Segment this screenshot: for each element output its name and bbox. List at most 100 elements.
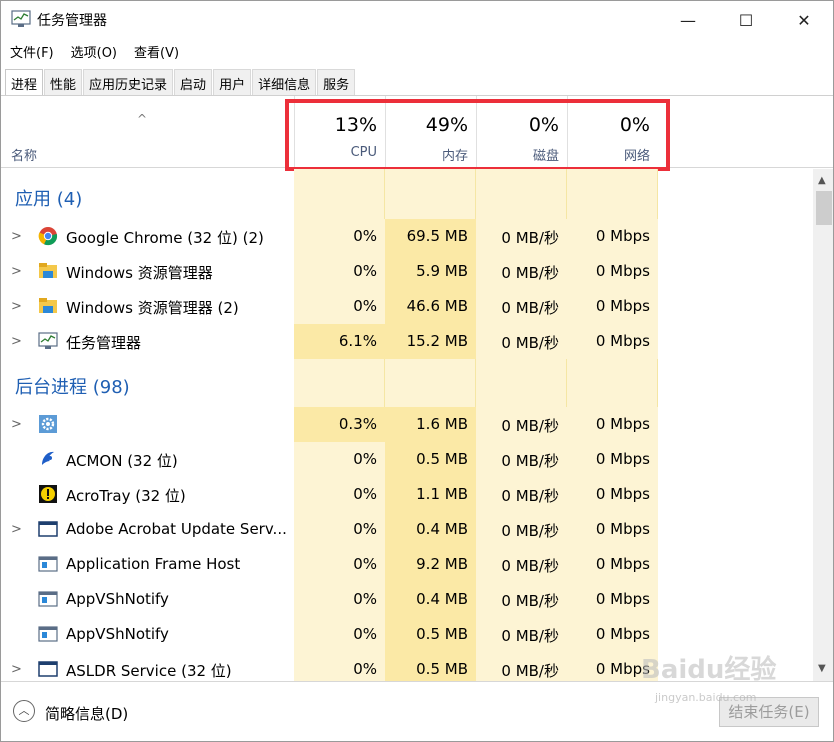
disk-value: 0 MB/秒 <box>476 289 567 324</box>
process-row[interactable]: AcroTray (32 位) 0% 1.1 MB 0 MB/秒 0 Mbps <box>1 477 813 512</box>
chevron-right-icon[interactable]: > <box>11 334 22 349</box>
cpu-value: 0% <box>294 477 385 512</box>
process-name: Windows 资源管理器 (2) <box>66 299 239 317</box>
scroll-up-icon[interactable]: ▲ <box>818 175 826 186</box>
tab-services[interactable]: 服务 <box>317 69 356 95</box>
tab-processes[interactable]: 进程 <box>5 69 44 96</box>
disk-value: 0 MB/秒 <box>476 219 567 254</box>
network-value: 0 Mbps <box>567 582 658 617</box>
cpu-value: 0% <box>294 442 385 477</box>
memory-value: 5.9 MB <box>385 254 476 289</box>
memory-value: 15.2 MB <box>385 324 476 359</box>
maximize-button[interactable]: ☐ <box>717 1 775 39</box>
acrotray-icon <box>38 484 58 504</box>
disk-value: 0 MB/秒 <box>476 324 567 359</box>
memory-value: 0.4 MB <box>385 582 476 617</box>
menu-view[interactable]: 查看(V) <box>125 40 187 62</box>
window-icon <box>38 519 58 539</box>
process-row[interactable]: > Windows 资源管理器 (2) 0% 46.6 MB 0 MB/秒 0 Mbps <box>1 289 813 324</box>
network-value: 0 Mbps <box>567 547 658 582</box>
gear-icon <box>38 414 58 434</box>
cpu-value: 0% <box>294 652 385 681</box>
network-value: 0 Mbps <box>567 617 658 652</box>
cpu-value: 0.3% <box>294 407 385 442</box>
app-frame-icon <box>38 589 58 609</box>
process-name: AppVShNotify <box>66 590 169 608</box>
process-row[interactable]: AppVShNotify 0% 0.4 MB 0 MB/秒 0 Mbps <box>1 582 813 617</box>
baidu-watermark-url: jingyan.baidu.com <box>655 691 757 704</box>
title-bar: 任务管理器 — ☐ ✕ <box>1 1 833 39</box>
memory-value: 69.5 MB <box>385 219 476 254</box>
disk-value: 0 MB/秒 <box>476 407 567 442</box>
menu-options[interactable]: 选项(O) <box>62 40 125 62</box>
app-frame-icon <box>38 554 58 574</box>
memory-value: 0.5 MB <box>385 442 476 477</box>
menu-bar: 文件(F) 选项(O) 查看(V) <box>1 40 187 62</box>
memory-value: 0.5 MB <box>385 617 476 652</box>
minimize-button[interactable]: — <box>659 1 717 39</box>
process-name: Application Frame Host <box>66 555 241 573</box>
process-name: ASLDR Service (32 位) <box>66 662 232 680</box>
window-icon <box>38 659 58 679</box>
cpu-value: 0% <box>294 582 385 617</box>
chevron-right-icon[interactable]: > <box>11 229 22 244</box>
task-manager-icon <box>11 10 31 27</box>
process-row[interactable]: > Adobe Acrobat Update Serv... 0% 0.4 MB 0 M… <box>1 512 813 547</box>
process-row[interactable]: >0.3% 1.6 MB 0 MB/秒 0 Mbps <box>1 407 813 442</box>
process-name: AppVShNotify <box>66 625 169 643</box>
disk-value: 0 MB/秒 <box>476 512 567 547</box>
tab-users[interactable]: 用户 <box>213 69 252 95</box>
process-row[interactable]: AppVShNotify 0% 0.5 MB 0 MB/秒 0 Mbps <box>1 617 813 652</box>
vertical-scrollbar[interactable]: ▲ ▼ <box>813 169 833 681</box>
name-column-header[interactable]: 名称 <box>11 145 37 164</box>
network-value: 0 Mbps <box>567 324 658 359</box>
network-value: 0 Mbps <box>567 407 658 442</box>
brief-info-link[interactable]: 简略信息(D) <box>45 703 128 724</box>
process-row[interactable]: Application Frame Host 0% 9.2 MB 0 MB/秒 0 Mb… <box>1 547 813 582</box>
process-list: 应用 (4) > Google Chrome (32 位) (2) 0% 69.5 M… <box>1 169 813 681</box>
disk-value: 0 MB/秒 <box>476 652 567 681</box>
cpu-value: 0% <box>294 512 385 547</box>
disk-value: 0 MB/秒 <box>476 442 567 477</box>
memory-value: 1.1 MB <box>385 477 476 512</box>
scroll-thumb[interactable] <box>816 191 832 225</box>
cpu-value: 0% <box>294 254 385 289</box>
chevron-up-icon[interactable]: ︿ <box>13 700 35 722</box>
acmon-icon <box>38 449 58 469</box>
chevron-right-icon[interactable]: > <box>11 264 22 279</box>
tab-details[interactable]: 详细信息 <box>252 69 317 95</box>
chevron-right-icon[interactable]: > <box>11 522 22 537</box>
disk-value: 0 MB/秒 <box>476 477 567 512</box>
process-name: Windows 资源管理器 <box>66 264 213 282</box>
process-row[interactable]: > Windows 资源管理器 0% 5.9 MB 0 MB/秒 0 Mbps <box>1 254 813 289</box>
tab-app-history[interactable]: 应用历史记录 <box>83 69 174 95</box>
network-value: 0 Mbps <box>567 442 658 477</box>
tab-performance[interactable]: 性能 <box>44 69 83 95</box>
process-row[interactable]: > 任务管理器 6.1% 15.2 MB 0 MB/秒 0 Mbps <box>1 324 813 359</box>
group-apps-header: 应用 (4) <box>15 189 83 210</box>
folder-icon <box>38 261 58 281</box>
process-row[interactable]: > Google Chrome (32 位) (2) 0% 69.5 MB 0 MB/秒… <box>1 219 813 254</box>
memory-value: 9.2 MB <box>385 547 476 582</box>
process-name: 任务管理器 <box>66 334 142 352</box>
close-button[interactable]: ✕ <box>775 1 833 39</box>
sort-arrow-icon[interactable]: ^ <box>137 112 147 126</box>
scroll-down-icon[interactable]: ▼ <box>818 663 826 674</box>
chrome-icon <box>38 226 58 246</box>
network-value: 0 Mbps <box>567 219 658 254</box>
memory-value: 1.6 MB <box>385 407 476 442</box>
cpu-value: 0% <box>294 617 385 652</box>
memory-value: 46.6 MB <box>385 289 476 324</box>
chevron-right-icon[interactable]: > <box>11 299 22 314</box>
process-name: Adobe Acrobat Update Serv... <box>66 520 287 538</box>
chevron-right-icon[interactable]: > <box>11 417 22 432</box>
cpu-value: 0% <box>294 219 385 254</box>
process-name: AcroTray (32 位) <box>66 487 186 505</box>
disk-value: 0 MB/秒 <box>476 582 567 617</box>
menu-file[interactable]: 文件(F) <box>1 40 62 62</box>
task-manager-window: 任务管理器 — ☐ ✕ 文件(F) 选项(O) 查看(V) 进程 性能 应用历史… <box>0 0 834 742</box>
chevron-right-icon[interactable]: > <box>11 662 22 677</box>
tab-startup[interactable]: 启动 <box>174 69 213 95</box>
process-row[interactable]: ACMON (32 位) 0% 0.5 MB 0 MB/秒 0 Mbps <box>1 442 813 477</box>
network-value: 0 Mbps <box>567 512 658 547</box>
